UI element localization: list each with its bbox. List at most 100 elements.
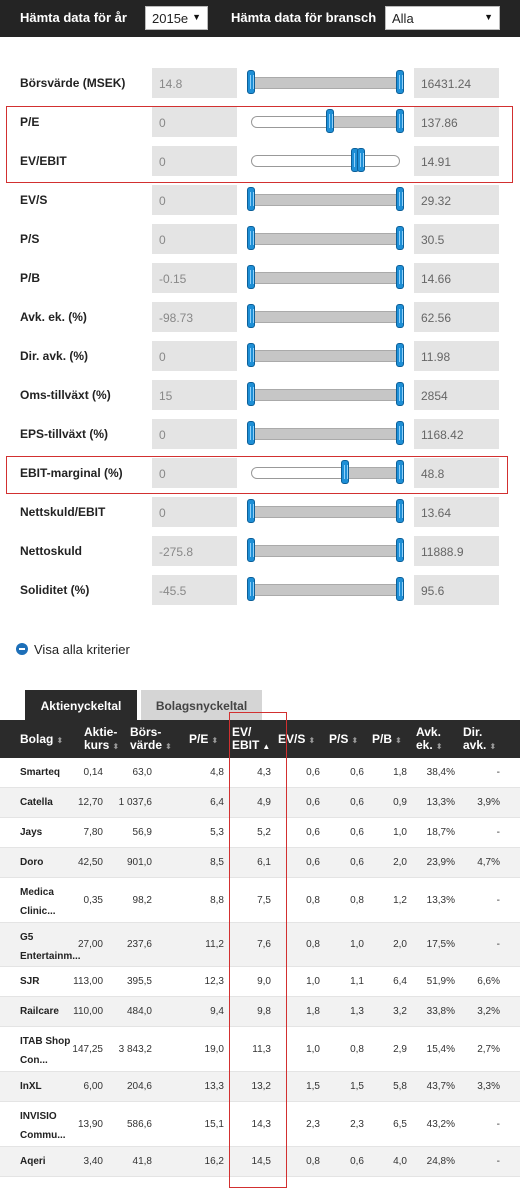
slider-max-handle[interactable] bbox=[396, 304, 404, 328]
column-header[interactable]: Dir. avk. ⬍ bbox=[463, 726, 496, 753]
table-cell: 2,7% bbox=[477, 1043, 500, 1055]
max-value-input[interactable]: 2854 bbox=[414, 380, 499, 410]
company-name[interactable]: Medica Clinic... bbox=[20, 883, 56, 921]
min-value-input[interactable]: 0 bbox=[152, 224, 237, 254]
slider-min-handle[interactable] bbox=[247, 499, 255, 523]
range-slider[interactable] bbox=[247, 343, 404, 367]
column-header[interactable]: P/B ⬍ bbox=[372, 733, 402, 747]
range-slider[interactable] bbox=[247, 382, 404, 406]
slider-min-handle[interactable] bbox=[247, 538, 255, 562]
min-value-input[interactable]: -275.8 bbox=[152, 536, 237, 566]
slider-min-handle[interactable] bbox=[247, 382, 255, 406]
industry-select[interactable]: Alla ▼ bbox=[385, 6, 500, 30]
range-slider[interactable] bbox=[247, 265, 404, 289]
table-cell: 6,4 bbox=[393, 976, 407, 987]
slider-min-handle[interactable] bbox=[247, 265, 255, 289]
slider-min-handle[interactable] bbox=[247, 304, 255, 328]
show-all-label: Visa alla kriterier bbox=[34, 642, 130, 657]
range-slider[interactable] bbox=[247, 187, 404, 211]
min-value-input[interactable]: 0 bbox=[152, 419, 237, 449]
min-value-input[interactable]: -98.73 bbox=[152, 302, 237, 332]
range-slider[interactable] bbox=[247, 538, 404, 562]
column-header[interactable]: Aktie-kurs ⬍ bbox=[84, 726, 119, 753]
table-cell: 3 843,2 bbox=[118, 1043, 152, 1055]
table-cell: 4,7% bbox=[477, 857, 500, 868]
year-select[interactable]: 2015e ▼ bbox=[145, 6, 208, 30]
column-header[interactable]: Bolag ⬍ bbox=[20, 733, 63, 747]
column-header[interactable]: P/S ⬍ bbox=[329, 733, 358, 747]
max-value-input[interactable]: 95.6 bbox=[414, 575, 499, 605]
company-name[interactable]: Doro bbox=[20, 855, 43, 871]
tab-aktienyckeltal[interactable]: Aktienyckeltal bbox=[25, 690, 137, 720]
table-cell: 6,6% bbox=[477, 976, 500, 987]
range-slider[interactable] bbox=[247, 226, 404, 250]
company-name[interactable]: Smarteq bbox=[20, 765, 60, 781]
range-slider[interactable] bbox=[247, 421, 404, 445]
slider-min-handle[interactable] bbox=[247, 421, 255, 445]
column-header[interactable]: Börs-värde ⬍ bbox=[130, 726, 172, 753]
max-value-input[interactable]: 13.64 bbox=[414, 497, 499, 527]
slider-max-handle[interactable] bbox=[396, 265, 404, 289]
slider-max-handle[interactable] bbox=[396, 538, 404, 562]
table-cell: 3,40 bbox=[83, 1156, 103, 1167]
table-cell: 15,4% bbox=[426, 1043, 455, 1055]
min-value-input[interactable]: 14.8 bbox=[152, 68, 237, 98]
company-name[interactable]: Catella bbox=[20, 795, 53, 811]
range-slider[interactable] bbox=[247, 499, 404, 523]
company-name[interactable]: Aqeri bbox=[20, 1154, 46, 1170]
min-value-input[interactable]: 15 bbox=[152, 380, 237, 410]
table-cell: - bbox=[496, 939, 500, 950]
slider-max-handle[interactable] bbox=[396, 343, 404, 367]
min-value-input[interactable]: 0 bbox=[152, 341, 237, 371]
company-name[interactable]: SJR bbox=[20, 974, 39, 990]
slider-min-handle[interactable] bbox=[247, 187, 255, 211]
slider-max-handle[interactable] bbox=[396, 70, 404, 94]
range-slider[interactable] bbox=[247, 304, 404, 328]
table-cell: 0,8 bbox=[350, 1043, 364, 1055]
max-value-input[interactable]: 62.56 bbox=[414, 302, 499, 332]
table-cell: 12,70 bbox=[77, 797, 103, 808]
slider-min-handle[interactable] bbox=[247, 577, 255, 601]
company-name[interactable]: ITAB Shop Con... bbox=[20, 1032, 70, 1070]
min-value-input[interactable]: -45.5 bbox=[152, 575, 237, 605]
slider-max-handle[interactable] bbox=[396, 421, 404, 445]
slider-min-handle[interactable] bbox=[247, 70, 255, 94]
sort-icon: ⬍ bbox=[165, 742, 172, 751]
table-cell: 1,0 bbox=[306, 976, 320, 987]
max-value-input[interactable]: 14.66 bbox=[414, 263, 499, 293]
slider-max-handle[interactable] bbox=[396, 226, 404, 250]
range-slider[interactable] bbox=[247, 577, 404, 601]
slider-range-fill bbox=[251, 272, 400, 284]
company-name[interactable]: G5 Entertainm... bbox=[20, 928, 81, 966]
max-value-input[interactable]: 16431.24 bbox=[414, 68, 499, 98]
min-value-input[interactable]: 0 bbox=[152, 497, 237, 527]
min-value-input[interactable]: 0 bbox=[152, 185, 237, 215]
table-cell: 13,3 bbox=[204, 1081, 224, 1092]
company-name[interactable]: Railcare bbox=[20, 1004, 59, 1020]
slider-max-handle[interactable] bbox=[396, 499, 404, 523]
table-cell: 18,7% bbox=[426, 827, 455, 838]
slider-label: Nettskuld/EBIT bbox=[20, 505, 106, 519]
range-slider[interactable] bbox=[247, 70, 404, 94]
min-value-input[interactable]: -0.15 bbox=[152, 263, 237, 293]
max-value-input[interactable]: 30.5 bbox=[414, 224, 499, 254]
max-value-input[interactable]: 1168.42 bbox=[414, 419, 499, 449]
column-header-label: P/S bbox=[329, 732, 349, 746]
slider-max-handle[interactable] bbox=[396, 382, 404, 406]
slider-min-handle[interactable] bbox=[247, 226, 255, 250]
table-cell: 3,9% bbox=[477, 797, 500, 808]
column-header[interactable]: Avk. ek. ⬍ bbox=[416, 726, 442, 753]
table-cell: 0,6 bbox=[350, 827, 364, 838]
max-value-input[interactable]: 11.98 bbox=[414, 341, 499, 371]
slider-max-handle[interactable] bbox=[396, 187, 404, 211]
show-all-criteria-link[interactable]: Visa alla kriterier bbox=[16, 642, 130, 657]
slider-max-handle[interactable] bbox=[396, 577, 404, 601]
slider-min-handle[interactable] bbox=[247, 343, 255, 367]
company-name[interactable]: InXL bbox=[20, 1079, 42, 1095]
max-value-input[interactable]: 29.32 bbox=[414, 185, 499, 215]
company-name[interactable]: INVISIO Commu... bbox=[20, 1107, 66, 1145]
company-name[interactable]: Jays bbox=[20, 825, 42, 841]
table-cell: 110,00 bbox=[73, 1006, 103, 1017]
column-header[interactable]: P/E ⬍ bbox=[189, 733, 218, 747]
max-value-input[interactable]: 11888.9 bbox=[414, 536, 499, 566]
